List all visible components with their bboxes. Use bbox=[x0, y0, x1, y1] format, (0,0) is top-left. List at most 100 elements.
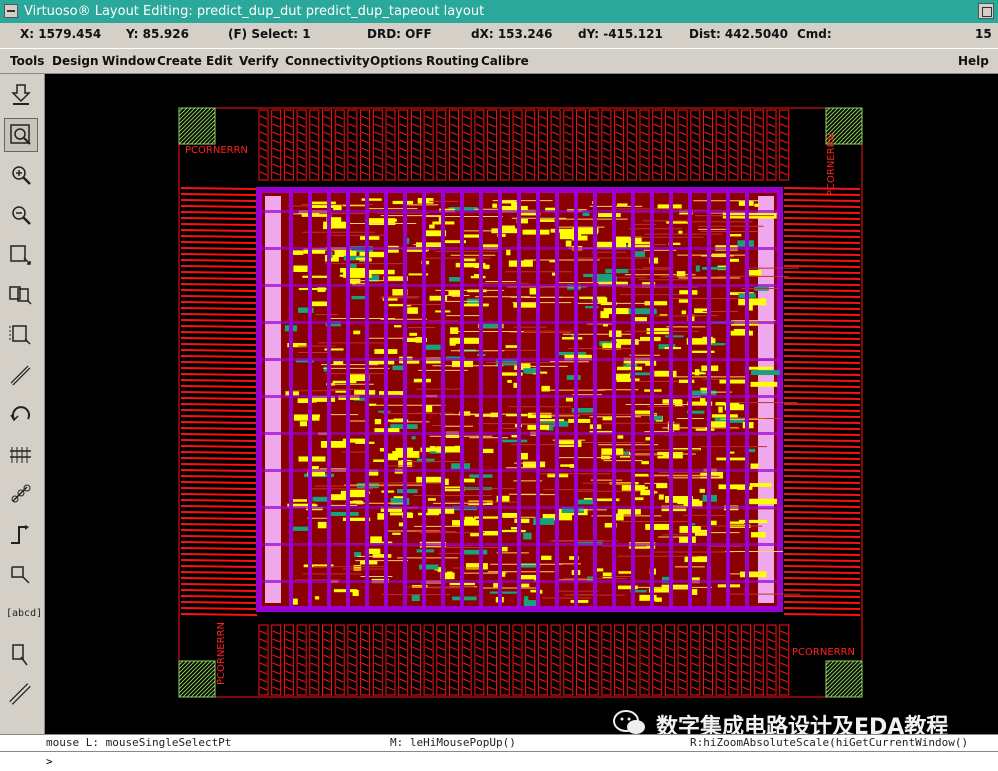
property-tool-button[interactable] bbox=[4, 478, 38, 512]
io-pad bbox=[423, 624, 434, 696]
io-pad bbox=[677, 109, 688, 181]
power-strap bbox=[517, 190, 521, 609]
power-ring-right bbox=[758, 196, 774, 603]
mouse-binding-bar: mouse L: mouseSingleSelectPt M: leHiMous… bbox=[0, 734, 998, 751]
io-pad bbox=[753, 109, 764, 181]
menu-verify[interactable]: Verify bbox=[239, 49, 279, 73]
window-title: Virtuoso® Layout Editing: predict_dup_du… bbox=[24, 4, 485, 19]
zoom-in-icon bbox=[12, 166, 31, 185]
io-pad bbox=[296, 109, 307, 181]
io-pad bbox=[461, 624, 472, 696]
io-pad bbox=[347, 624, 358, 696]
stretch-tool-button[interactable] bbox=[4, 238, 38, 272]
io-pad bbox=[741, 624, 752, 696]
menu-tools[interactable]: Tools bbox=[10, 49, 44, 73]
prompt-symbol: > bbox=[46, 755, 53, 768]
io-pad bbox=[258, 624, 269, 696]
io-pad bbox=[398, 109, 409, 181]
power-strap bbox=[259, 506, 780, 509]
move-tool-button[interactable] bbox=[4, 318, 38, 352]
measure-tool-button[interactable] bbox=[4, 438, 38, 472]
maximize-icon[interactable] bbox=[978, 3, 994, 19]
io-pad bbox=[499, 624, 510, 696]
undo-tool-button[interactable] bbox=[4, 398, 38, 432]
power-strap bbox=[631, 190, 635, 609]
io-pad bbox=[512, 624, 523, 696]
power-strap bbox=[422, 190, 426, 609]
ruler-tool-button[interactable] bbox=[4, 678, 38, 712]
io-pad bbox=[728, 624, 739, 696]
copy-tool-button[interactable] bbox=[4, 278, 38, 312]
path-icon bbox=[10, 365, 31, 386]
io-pad bbox=[703, 624, 713, 696]
io-pad bbox=[563, 624, 574, 696]
power-strap bbox=[479, 190, 483, 609]
chip-layout-view: PCORNERRN PCORNERRN PCORNERRN PCORNERRN bbox=[178, 107, 863, 698]
delta-x: dX: 153.246 bbox=[471, 27, 553, 41]
command-prompt[interactable]: > bbox=[0, 751, 998, 771]
power-strap bbox=[327, 190, 331, 609]
menu-calibre[interactable]: Calibre bbox=[481, 49, 529, 73]
menu-routing[interactable]: Routing bbox=[426, 49, 479, 73]
io-pad bbox=[525, 624, 536, 696]
io-pad bbox=[360, 624, 371, 696]
power-strap bbox=[593, 190, 597, 609]
title-bar: Virtuoso® Layout Editing: predict_dup_du… bbox=[0, 0, 998, 23]
io-pad bbox=[309, 109, 320, 181]
io-pad bbox=[677, 624, 688, 696]
power-strap bbox=[365, 190, 369, 609]
menu-connectivity[interactable]: Connectivity bbox=[285, 49, 370, 73]
io-pad bbox=[499, 109, 510, 181]
io-pad bbox=[715, 109, 726, 181]
power-strap bbox=[612, 190, 616, 609]
menu-bar: Tools Design Window Create Edit Verify C… bbox=[0, 48, 998, 74]
io-pad bbox=[601, 109, 612, 181]
menu-help[interactable]: Help bbox=[958, 49, 989, 73]
save-tool-button[interactable] bbox=[4, 78, 38, 112]
window-menu-icon[interactable] bbox=[4, 4, 18, 18]
io-pad bbox=[296, 624, 307, 696]
io-pad bbox=[690, 109, 701, 181]
zoom-out-tool-button[interactable] bbox=[4, 198, 38, 232]
label-tool-button[interactable]: [abcd] bbox=[4, 598, 42, 632]
power-strap bbox=[384, 190, 388, 609]
reshape-tool-button[interactable] bbox=[4, 558, 38, 592]
power-strap bbox=[259, 321, 780, 324]
io-pad bbox=[385, 109, 396, 181]
io-pad bbox=[715, 624, 726, 696]
menu-edit[interactable]: Edit bbox=[206, 49, 233, 73]
io-pad bbox=[347, 109, 358, 181]
zoom-in-tool-button[interactable] bbox=[4, 158, 38, 192]
move-icon bbox=[9, 325, 31, 345]
power-strap bbox=[669, 190, 673, 609]
select-count: (F) Select: 1 bbox=[228, 27, 311, 41]
cursor-y: Y: 85.926 bbox=[126, 27, 189, 41]
menu-design[interactable]: Design bbox=[52, 49, 99, 73]
layout-canvas[interactable]: PCORNERRN PCORNERRN PCORNERRN PCORNERRN bbox=[45, 74, 998, 734]
power-strap bbox=[259, 395, 780, 398]
io-pad bbox=[449, 109, 459, 181]
io-pad bbox=[652, 624, 663, 696]
power-strap bbox=[259, 210, 780, 213]
select-tool-button[interactable] bbox=[4, 638, 38, 672]
zoom-fit-tool-button[interactable] bbox=[4, 118, 38, 152]
io-pad bbox=[537, 624, 548, 696]
io-pad bbox=[690, 624, 701, 696]
label-tool-text: [abcd] bbox=[6, 608, 43, 619]
io-pad bbox=[283, 109, 294, 181]
io-pad bbox=[703, 109, 713, 181]
io-pad bbox=[576, 109, 586, 181]
menu-window[interactable]: Window bbox=[102, 49, 156, 73]
power-strap bbox=[460, 190, 464, 609]
io-pad bbox=[372, 624, 383, 696]
path-tool-button[interactable] bbox=[4, 358, 38, 392]
io-pad bbox=[512, 109, 523, 181]
io-pad bbox=[588, 109, 599, 181]
io-pad bbox=[449, 624, 459, 696]
menu-options[interactable]: Options bbox=[370, 49, 423, 73]
menu-create[interactable]: Create bbox=[157, 49, 202, 73]
power-strap bbox=[259, 469, 780, 472]
power-strap bbox=[555, 190, 559, 609]
route-tool-button[interactable] bbox=[4, 518, 38, 552]
io-pad bbox=[410, 624, 421, 696]
